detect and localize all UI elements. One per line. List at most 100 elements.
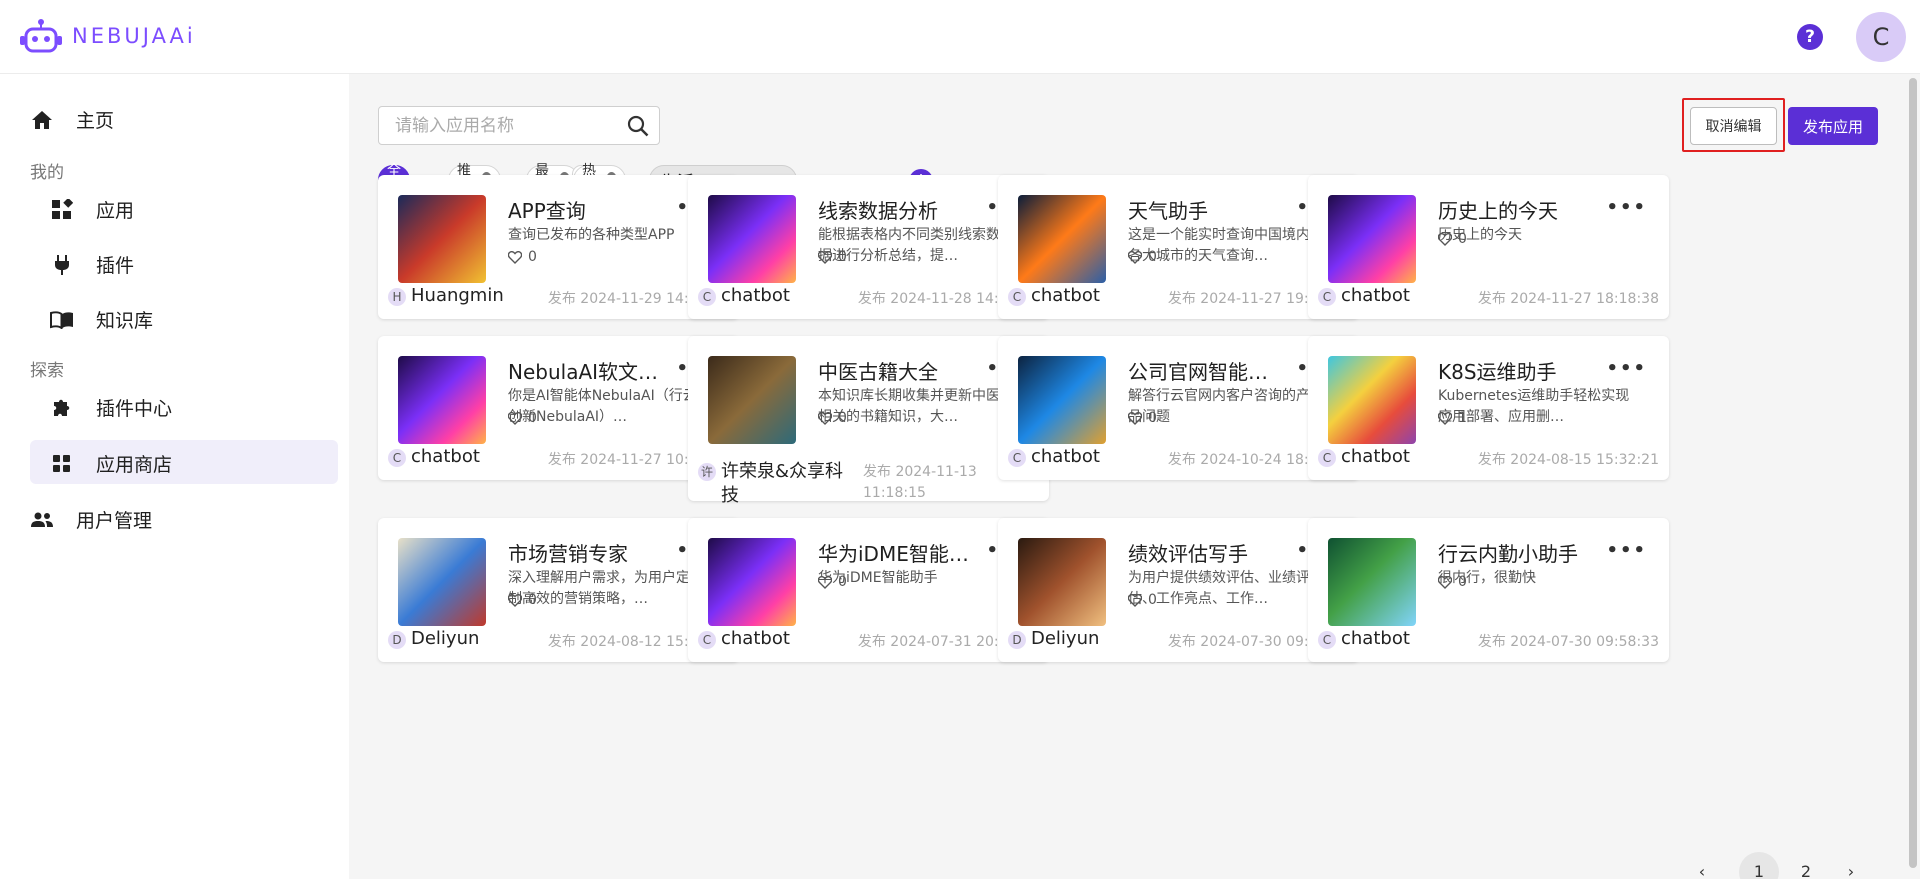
- like-count[interactable]: 0: [1438, 231, 1467, 247]
- app-card[interactable]: 市场营销专家•••深入理解用户需求，为用户定制高效的营销策略，…0DDeliyu…: [378, 518, 739, 662]
- app-card[interactable]: APP查询•••查询已发布的各种类型APP0HHuangmin发布 2024-1…: [378, 175, 739, 319]
- more-options-icon[interactable]: •••: [1606, 358, 1647, 379]
- chevron-left-icon[interactable]: ‹: [1687, 852, 1717, 879]
- app-title[interactable]: 公司官网智能…: [1128, 356, 1313, 385]
- cancel-edit-button[interactable]: 取消编辑: [1690, 107, 1777, 145]
- app-description: 华为iDME智能助手: [818, 570, 938, 586]
- app-thumbnail[interactable]: [1328, 538, 1416, 626]
- app-title[interactable]: 行云内勤小助手: [1438, 538, 1623, 567]
- app-title[interactable]: 天气助手: [1128, 195, 1313, 224]
- sidebar-item-apps[interactable]: 应用: [50, 196, 134, 223]
- author-info: Cchatbot: [1318, 285, 1410, 306]
- app-card[interactable]: 公司官网智能…•••解答行云官网内客户咨询的产品问题0Cchatbot发布 20…: [998, 336, 1359, 480]
- like-count[interactable]: 0: [1438, 574, 1467, 590]
- like-count[interactable]: 0: [818, 410, 847, 426]
- like-count[interactable]: 0: [818, 249, 847, 265]
- app-card[interactable]: 中医古籍大全•••本知识库长期收集并更新中医相关的书籍知识，大…0许许荣泉&众享…: [688, 336, 1049, 506]
- app-card[interactable]: 行云内勤小助手 ••• 很内行，很勤快 0 Cchatbot 发布 2024-07-30 …: [1308, 518, 1669, 662]
- app-title[interactable]: NebulaAI软文…: [508, 356, 693, 385]
- like-count[interactable]: 0: [818, 574, 847, 590]
- sidebar-item-label: 插件: [96, 255, 135, 277]
- app-thumbnail[interactable]: [1328, 195, 1416, 283]
- app-thumbnail[interactable]: [398, 195, 486, 283]
- app-thumbnail[interactable]: [708, 356, 796, 444]
- like-count[interactable]: 0: [508, 410, 537, 426]
- author-info: 许许荣泉&众享科技: [698, 460, 848, 508]
- author-name: Deliyun: [1031, 628, 1100, 649]
- chevron-right-icon[interactable]: ›: [1836, 852, 1866, 879]
- page-scrollbar[interactable]: [1909, 78, 1917, 868]
- more-options-icon[interactable]: •••: [1606, 540, 1647, 561]
- app-thumbnail[interactable]: [1018, 195, 1106, 283]
- author-avatar: C: [388, 449, 406, 467]
- sidebar-item-plugin-center[interactable]: 插件中心: [50, 394, 172, 421]
- app-thumbnail[interactable]: [708, 538, 796, 626]
- sidebar-item-home[interactable]: 主页: [30, 106, 114, 133]
- more-options-icon[interactable]: •••: [1606, 197, 1647, 218]
- app-title[interactable]: 市场营销专家: [508, 538, 693, 567]
- logo-text: NEBUJAAi: [72, 24, 196, 48]
- app-title[interactable]: APP查询: [508, 195, 693, 224]
- apps-grid-icon: [50, 198, 74, 222]
- sidebar-section-explore: 探索: [30, 361, 64, 381]
- author-info: H Huangmin: [388, 285, 504, 306]
- like-count[interactable]: 0: [508, 249, 537, 265]
- app-thumbnail[interactable]: [1328, 356, 1416, 444]
- like-count[interactable]: 0: [1128, 249, 1157, 265]
- sidebar-item-user-management[interactable]: 用户管理: [30, 506, 152, 533]
- app-title[interactable]: 线索数据分析: [818, 195, 1003, 224]
- search-icon[interactable]: [627, 115, 649, 141]
- page-2-button[interactable]: 2: [1786, 852, 1826, 879]
- app-description: 能根据表格内不同类别线索数据进行分析总结，提…: [818, 227, 1000, 264]
- like-count-value: 0: [528, 592, 537, 608]
- heart-icon: [508, 411, 522, 425]
- app-thumbnail[interactable]: [398, 356, 486, 444]
- author-avatar: 许: [698, 463, 716, 481]
- author-name: 许荣泉&众享科技: [721, 461, 844, 506]
- app-card[interactable]: 华为iDME智能…•••华为iDME智能助手0Cchatbot发布 2024-0…: [688, 518, 1049, 662]
- app-thumbnail[interactable]: [708, 195, 796, 283]
- brand-logo[interactable]: NEBUJAAi: [20, 18, 196, 54]
- app-card[interactable]: 绩效评估写手•••为用户提供绩效评估、业绩评估、工作亮点、工作…0DDeliyu…: [998, 518, 1359, 662]
- app-card[interactable]: 历史上的今天 ••• 历史上的今天 0 Cchatbot 发布 2024-11-27 18…: [1308, 175, 1669, 319]
- sidebar-item-plugins[interactable]: 插件: [50, 251, 134, 278]
- like-count[interactable]: 0: [1128, 410, 1157, 426]
- app-title[interactable]: 历史上的今天: [1438, 195, 1623, 224]
- sidebar-item-label: 应用: [96, 200, 135, 222]
- like-count[interactable]: 1: [1438, 410, 1467, 426]
- app-description: 解答行云官网内客户咨询的产品问题: [1128, 388, 1310, 425]
- sidebar-item-knowledge[interactable]: 知识库: [50, 306, 153, 333]
- app-thumbnail[interactable]: [1018, 356, 1106, 444]
- publish-app-button[interactable]: 发布应用: [1788, 107, 1878, 145]
- app-card[interactable]: 天气助手•••这是一个能实时查询中国境内各大城市的天气查询…0Cchatbot发…: [998, 175, 1359, 319]
- author-avatar: C: [698, 631, 716, 649]
- app-title[interactable]: 绩效评估写手: [1128, 538, 1313, 567]
- publish-time: 发布 2024-07-30 09:58:33: [1477, 634, 1659, 650]
- heart-icon: [1128, 593, 1142, 607]
- like-count[interactable]: 0: [1128, 592, 1157, 608]
- author-avatar: H: [388, 288, 406, 306]
- author-name: chatbot: [721, 628, 790, 649]
- question-circle-icon[interactable]: ?: [1797, 24, 1823, 50]
- app-title[interactable]: 华为iDME智能…: [818, 538, 1003, 567]
- page-1-button[interactable]: 1: [1739, 852, 1779, 879]
- sidebar-item-app-store[interactable]: 应用商店: [50, 450, 172, 477]
- app-card[interactable]: 线索数据分析•••能根据表格内不同类别线索数据进行分析总结，提…0Cchatbo…: [688, 175, 1049, 319]
- app-title[interactable]: K8S运维助手: [1438, 356, 1623, 385]
- search-input[interactable]: [395, 115, 615, 137]
- author-info: D Deliyun: [388, 628, 479, 649]
- app-card[interactable]: NebulaAI软文…•••你是AI智能体NebulaAI（行云创新Nebula…: [378, 336, 739, 480]
- app-thumbnail[interactable]: [1018, 538, 1106, 626]
- app-title[interactable]: 中医古籍大全: [818, 356, 1003, 385]
- author-avatar: C: [1008, 288, 1026, 306]
- author-avatar: D: [388, 631, 406, 649]
- author-info: D Deliyun: [1008, 628, 1099, 649]
- search-box: [378, 106, 660, 145]
- author-avatar: D: [1008, 631, 1026, 649]
- app-thumbnail[interactable]: [398, 538, 486, 626]
- heart-icon: [1128, 250, 1142, 264]
- user-avatar[interactable]: C: [1856, 12, 1906, 62]
- author-name: chatbot: [1341, 285, 1410, 306]
- like-count[interactable]: 0: [508, 592, 537, 608]
- app-card[interactable]: K8S运维助手 ••• Kubernetes运维助手轻松实现应用部署、应用删… 1 Cc…: [1308, 336, 1669, 480]
